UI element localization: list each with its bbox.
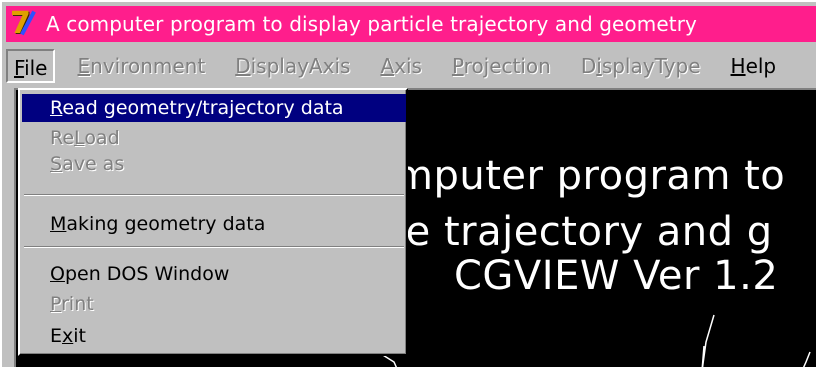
menu-separator bbox=[24, 246, 404, 248]
menu-displayaxis[interactable]: DisplayAxis bbox=[227, 49, 358, 83]
menu-axis[interactable]: Axis bbox=[372, 49, 430, 83]
menu-separator bbox=[24, 194, 404, 196]
menu-environment[interactable]: Environment bbox=[69, 49, 213, 83]
menu-bar: File Environment DisplayAxis Axis Projec… bbox=[6, 48, 816, 84]
window-title: A computer program to display particle t… bbox=[46, 12, 697, 36]
menu-item-read-data[interactable]: Read geometry/trajectory data bbox=[22, 94, 406, 122]
menu-item-reload[interactable]: ReLoad bbox=[22, 124, 406, 152]
menu-help[interactable]: Help bbox=[723, 49, 785, 83]
menu-item-open-dos-window[interactable]: Open DOS Window bbox=[22, 260, 406, 288]
menu-file[interactable]: File bbox=[6, 49, 56, 83]
title-bar[interactable]: 7 A computer program to display particle… bbox=[6, 6, 816, 42]
menu-item-making-geometry[interactable]: Making geometry data bbox=[22, 210, 406, 238]
menu-item-exit[interactable]: Exit bbox=[22, 322, 406, 350]
app-window: 7 A computer program to display particle… bbox=[0, 0, 816, 367]
menu-item-save-as[interactable]: Save as bbox=[22, 150, 406, 178]
file-dropdown-menu: Read geometry/trajectory data ReLoad Sav… bbox=[18, 88, 408, 356]
menu-displaytype[interactable]: DisplayType bbox=[573, 49, 709, 83]
app-logo-icon[interactable]: 7 bbox=[6, 6, 42, 42]
menu-projection[interactable]: Projection bbox=[444, 49, 559, 83]
trajectory-line bbox=[802, 351, 811, 367]
menu-item-print[interactable]: Print bbox=[22, 290, 406, 318]
trajectory-line bbox=[701, 314, 715, 367]
